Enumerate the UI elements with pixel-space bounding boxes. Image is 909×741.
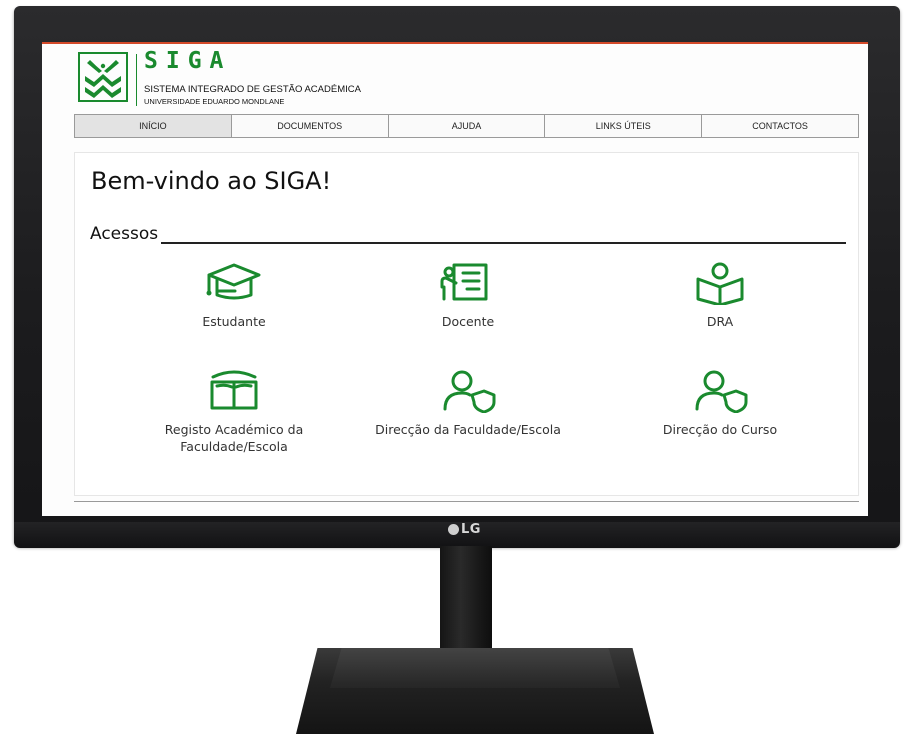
site-subtitle: SISTEMA INTEGRADO DE GESTÃO ACADÉMICA [144, 84, 361, 95]
open-book-icon [210, 370, 258, 410]
access-card-estudante[interactable]: Estudante [119, 261, 349, 330]
university-name: UNIVERSIDADE EDUARDO MONDLANE [144, 97, 285, 106]
card-label-registo-academico: Registo Académico da Faculdade/Escola [164, 422, 304, 454]
access-card-direccao-faculdade[interactable]: Direcção da Faculdade/Escola [353, 369, 583, 438]
monitor-stand-neck [440, 546, 492, 650]
nav-item-contactos[interactable]: CONTACTOS [702, 115, 858, 137]
lg-circle-icon [448, 524, 459, 535]
card-label-direccao-curso: Direcção do Curso [662, 422, 778, 437]
screen: SIGA SISTEMA INTEGRADO DE GESTÃO ACADÉMI… [42, 42, 868, 516]
section-title: Acessos [90, 224, 159, 244]
main-content: Bem-vindo ao SIGA! Acessos Estudante Doc… [74, 152, 859, 496]
monitor-stand-base-highlight [330, 648, 620, 688]
card-label-estudante: Estudante [202, 314, 266, 329]
main-nav: INÍCIO DOCUMENTOS AJUDA LINKS ÚTEIS CONT… [74, 114, 859, 138]
access-card-dra[interactable]: DRA [605, 261, 835, 330]
teacher-board-icon [440, 263, 488, 301]
nav-item-inicio[interactable]: INÍCIO [75, 115, 232, 137]
nav-item-documentos[interactable]: DOCUMENTOS [232, 115, 389, 137]
monitor-brand-logo: LG [448, 522, 481, 537]
access-card-registo-academico[interactable]: Registo Académico da Faculdade/Escola [119, 369, 349, 455]
siga-emblem-icon [85, 60, 121, 98]
logo-divider [136, 54, 137, 106]
page-title: Bem-vindo ao SIGA! [91, 167, 332, 195]
site-title: SIGA [144, 48, 232, 74]
access-card-direccao-curso[interactable]: Direcção do Curso [605, 369, 835, 438]
content-bottom-divider [74, 501, 859, 502]
card-label-direccao-faculdade: Direcção da Faculdade/Escola [375, 422, 561, 437]
card-label-docente: Docente [441, 314, 495, 329]
section-divider [161, 242, 846, 244]
user-shield-icon [695, 370, 748, 413]
access-card-docente[interactable]: Docente [353, 261, 583, 330]
site-header: SIGA SISTEMA INTEGRADO DE GESTÃO ACADÉMI… [78, 48, 858, 112]
card-label-dra: DRA [706, 314, 734, 329]
user-shield-icon [443, 370, 496, 413]
nav-item-links-uteis[interactable]: LINKS ÚTEIS [545, 115, 703, 137]
nav-item-ajuda[interactable]: AJUDA [389, 115, 546, 137]
graduation-cap-icon [206, 263, 261, 300]
reader-book-icon [696, 262, 744, 305]
siga-logo[interactable] [78, 52, 128, 102]
